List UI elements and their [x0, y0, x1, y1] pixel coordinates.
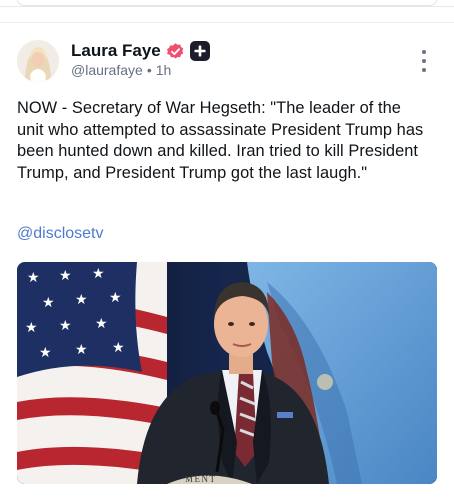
mention-link[interactable]: @disclosetv	[17, 225, 104, 243]
author-handle[interactable]: @laurafaye	[71, 62, 143, 78]
svg-text:★: ★	[92, 266, 105, 282]
post-timestamp[interactable]: 1h	[156, 62, 172, 78]
svg-text:★: ★	[109, 290, 122, 306]
plus-badge-icon	[189, 41, 210, 61]
podium-seal-text: MENT	[185, 474, 217, 484]
previous-card-edge	[0, 0, 454, 7]
svg-text:★: ★	[75, 342, 88, 358]
media-photo: ★ ★ ★ ★ ★ ★ ★ ★ ★ ★ ★ ★ MENT	[17, 262, 437, 484]
more-dot	[422, 68, 426, 72]
more-dot	[422, 59, 426, 63]
more-dot	[422, 50, 426, 54]
avatar[interactable]	[17, 40, 59, 82]
svg-text:★: ★	[39, 345, 52, 361]
svg-text:★: ★	[27, 270, 40, 286]
post-body-text: NOW - Secretary of War Hegseth: "The lea…	[17, 99, 424, 182]
svg-text:★: ★	[59, 268, 72, 284]
svg-text:★: ★	[95, 316, 108, 332]
meta-separator: •	[146, 62, 152, 78]
svg-text:★: ★	[59, 318, 72, 334]
svg-text:★: ★	[25, 320, 38, 336]
avatar-image	[17, 40, 59, 82]
author-display-name[interactable]: Laura Faye	[71, 41, 161, 61]
svg-text:★: ★	[112, 340, 125, 356]
feed-divider	[0, 22, 454, 23]
author-name-row: Laura Faye	[71, 40, 210, 62]
post-meta: @laurafaye • 1h	[71, 62, 171, 78]
post-media-image[interactable]: ★ ★ ★ ★ ★ ★ ★ ★ ★ ★ ★ ★ MENT	[17, 262, 437, 484]
verified-badge-icon	[166, 42, 185, 61]
previous-card-outline	[16, 0, 438, 6]
svg-text:★: ★	[42, 295, 55, 311]
svg-text:★: ★	[75, 292, 88, 308]
more-options-icon[interactable]	[416, 50, 432, 72]
